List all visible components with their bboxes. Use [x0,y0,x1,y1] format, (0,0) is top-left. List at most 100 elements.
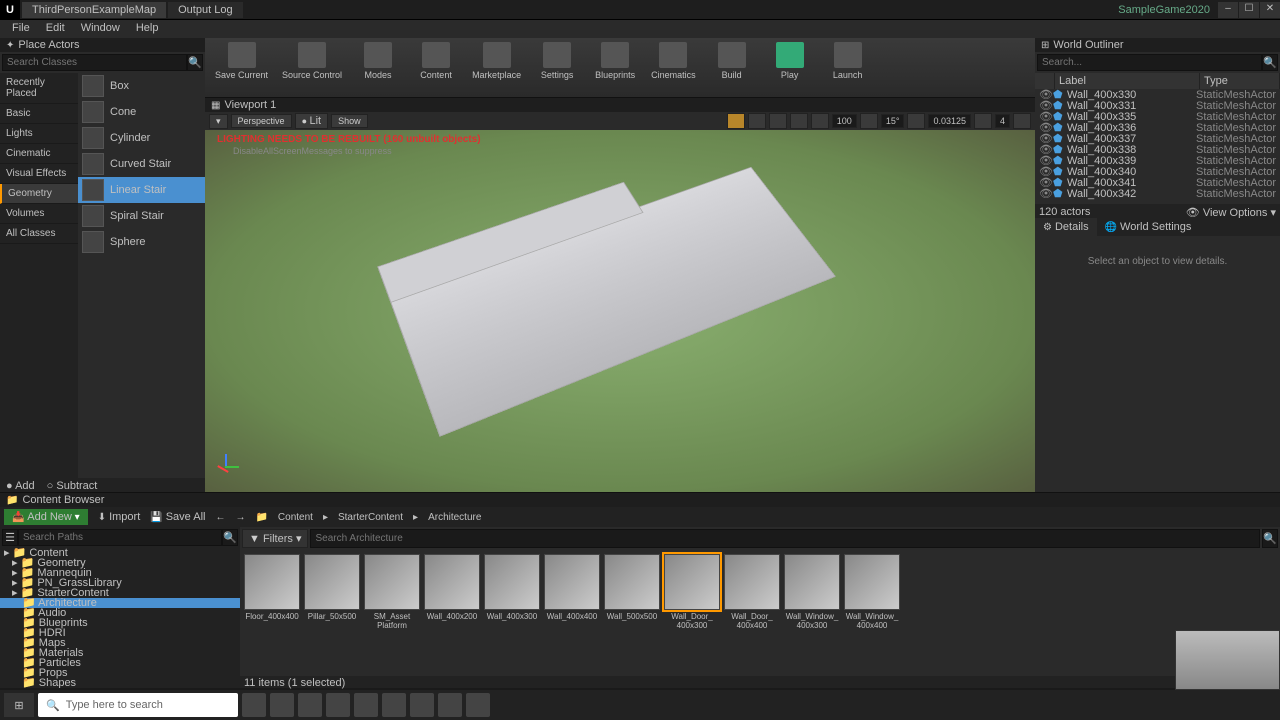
shape-cylinder[interactable]: Cylinder [78,125,205,151]
outliner-row[interactable]: 👁⬟Wall_400x342StaticMeshActor [1035,188,1280,199]
taskbar-app-6[interactable] [410,693,434,717]
asset-item[interactable]: Wall_400x200 [424,554,480,630]
outliner-row[interactable]: 👁⬟Wall_400x331StaticMeshActor [1035,100,1280,111]
snap-scale-toggle[interactable] [907,113,925,129]
folder-icon[interactable]: 📁 [255,512,267,523]
cat-visual-effects[interactable]: Visual Effects [0,164,78,184]
outliner-row[interactable]: 👁⬟Wall_400x338StaticMeshActor [1035,144,1280,155]
blueprints-button[interactable]: Blueprints [593,42,637,93]
cat-geometry[interactable]: Geometry [0,184,78,204]
add-new-button[interactable]: 📥 Add New ▾ [4,509,88,525]
cat-basic[interactable]: Basic [0,104,78,124]
lit-button[interactable]: ● Lit [295,113,329,129]
tree-toggle-icon[interactable]: ☰ [2,529,18,546]
brush-add[interactable]: ● Add [6,480,35,490]
perspective-button[interactable]: Perspective [231,114,292,128]
shape-cone[interactable]: Cone [78,99,205,125]
minimize-button[interactable]: – [1218,2,1238,18]
search-icon[interactable]: 🔍 [187,54,203,71]
tab-output-log[interactable]: Output Log [168,2,242,18]
marketplace-button[interactable]: Marketplace [472,42,521,93]
save-all-button[interactable]: 💾 Save All [150,511,205,523]
snap-angle-toggle[interactable] [860,113,878,129]
menu-help[interactable]: Help [128,20,167,38]
crumb-starter[interactable]: StarterContent [338,512,403,523]
outliner-row[interactable]: 👁⬟Wall_400x340StaticMeshActor [1035,166,1280,177]
transform-move-button[interactable] [727,113,745,129]
visibility-icon[interactable]: 👁 [1039,187,1053,200]
build-button[interactable]: Build [710,42,754,93]
coord-space-button[interactable] [790,113,808,129]
nav-fwd-button[interactable]: → [235,512,245,523]
camera-speed-button[interactable] [974,113,992,129]
outliner-row[interactable]: 👁⬟Wall_400x337StaticMeshActor [1035,133,1280,144]
outliner-row[interactable]: 👁⬟Wall_400x339StaticMeshActor [1035,155,1280,166]
content-button[interactable]: Content [414,42,458,93]
snap-scale-value[interactable]: 0.03125 [928,114,971,128]
launch-button[interactable]: Launch [826,42,870,93]
search-icon[interactable]: 🔍 [1262,529,1278,548]
transform-rotate-button[interactable] [748,113,766,129]
tree-item[interactable]: 📁 Shapes [0,678,240,688]
cat-volumes[interactable]: Volumes [0,204,78,224]
asset-item[interactable]: Wall_Window_ 400x300 [784,554,840,630]
taskbar-app-1[interactable] [270,693,294,717]
maximize-button[interactable]: ☐ [1239,2,1259,18]
save-current-button[interactable]: Save Current [215,42,268,93]
camera-speed-value[interactable]: 4 [995,114,1010,128]
snap-angle-value[interactable]: 15° [881,114,905,128]
tab-details[interactable]: ⚙ Details [1035,218,1097,236]
search-paths-input[interactable] [18,529,222,546]
viewport-tab[interactable]: ▦ Viewport 1 [205,98,1035,112]
col-type[interactable]: Type [1200,73,1280,89]
outliner-view-options[interactable]: 👁 View Options ▾ [1186,206,1276,216]
shape-curved-stair[interactable]: Curved Stair [78,151,205,177]
cat-cinematic[interactable]: Cinematic [0,144,78,164]
taskbar-app-3[interactable] [326,693,350,717]
outliner-row[interactable]: 👁⬟Wall_400x335StaticMeshActor [1035,111,1280,122]
asset-item[interactable]: Pillar_50x500 [304,554,360,630]
taskbar-app-4[interactable] [354,693,378,717]
cat-lights[interactable]: Lights [0,124,78,144]
windows-search-input[interactable]: 🔍 Type here to search [38,693,238,717]
tab-world-settings[interactable]: 🌐 World Settings [1097,218,1200,236]
viewport-3d[interactable]: LIGHTING NEEDS TO BE REBUILT (160 unbuil… [205,130,1035,492]
asset-item[interactable]: Wall_Door_ 400x400 [724,554,780,630]
task-view-icon[interactable] [242,693,266,717]
nav-back-button[interactable]: ← [215,512,225,523]
viewport-maximize-button[interactable] [1013,113,1031,129]
cat-recently-placed[interactable]: Recently Placed [0,73,78,104]
taskbar-app-8[interactable] [466,693,490,717]
search-icon[interactable]: 🔍 [1262,54,1278,71]
menu-file[interactable]: File [4,20,38,38]
outliner-row[interactable]: 👁⬟Wall_400x341StaticMeshActor [1035,177,1280,188]
asset-item[interactable]: SM_Asset Platform [364,554,420,630]
snap-grid-toggle[interactable] [811,113,829,129]
start-button[interactable]: ⊞ [4,693,34,717]
source-control-button[interactable]: Source Control [282,42,342,93]
shape-linear-stair[interactable]: Linear Stair [78,177,205,203]
outliner-row[interactable]: 👁⬟Wall_400x330StaticMeshActor [1035,89,1280,100]
shape-spiral-stair[interactable]: Spiral Stair [78,203,205,229]
outliner-row[interactable]: 👁⬟Wall_400x336StaticMeshActor [1035,122,1280,133]
viewport-options-dropdown[interactable]: ▾ [209,114,228,129]
taskbar-app-5[interactable] [382,693,406,717]
transform-scale-button[interactable] [769,113,787,129]
menu-edit[interactable]: Edit [38,20,73,38]
asset-item[interactable]: Wall_400x400 [544,554,600,630]
taskbar-app-7[interactable] [438,693,462,717]
search-icon[interactable]: 🔍 [222,529,238,546]
search-classes-input[interactable] [2,54,187,71]
shape-box[interactable]: Box [78,73,205,99]
brush-subtract[interactable]: ○ Subtract [47,480,98,490]
close-button[interactable]: ✕ [1260,2,1280,18]
asset-item[interactable]: Wall_400x300 [484,554,540,630]
asset-item[interactable]: Wall_500x500 [604,554,660,630]
show-button[interactable]: Show [331,114,368,128]
crumb-architecture[interactable]: Architecture [428,512,481,523]
import-button[interactable]: ⬇ Import [98,511,141,523]
tab-map[interactable]: ThirdPersonExampleMap [22,2,166,18]
outliner-search-input[interactable] [1037,54,1262,71]
play-button[interactable]: Play [768,42,812,93]
cat-all-classes[interactable]: All Classes [0,224,78,244]
